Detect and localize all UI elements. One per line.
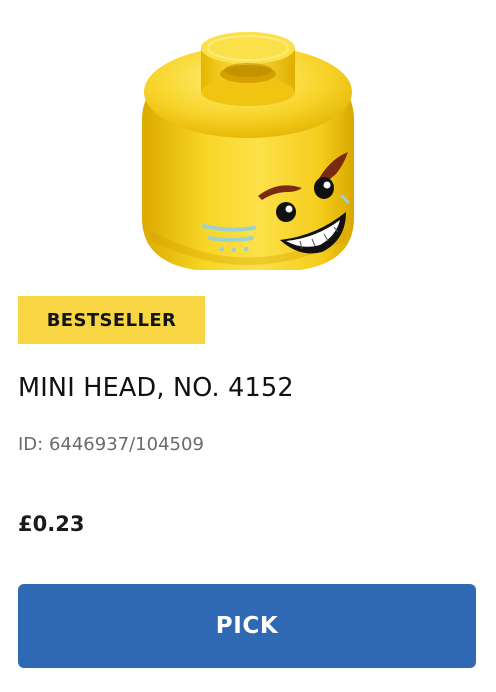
product-title: MINI HEAD, NO. 4152 (18, 373, 294, 403)
pick-button[interactable]: PICK (18, 584, 476, 668)
product-price: £0.23 (18, 512, 85, 536)
minifig-head-image (142, 32, 354, 270)
product-id: ID: 6446937/104509 (18, 434, 204, 455)
product-image[interactable] (110, 0, 386, 290)
bestseller-badge: BESTSELLER (18, 296, 205, 344)
